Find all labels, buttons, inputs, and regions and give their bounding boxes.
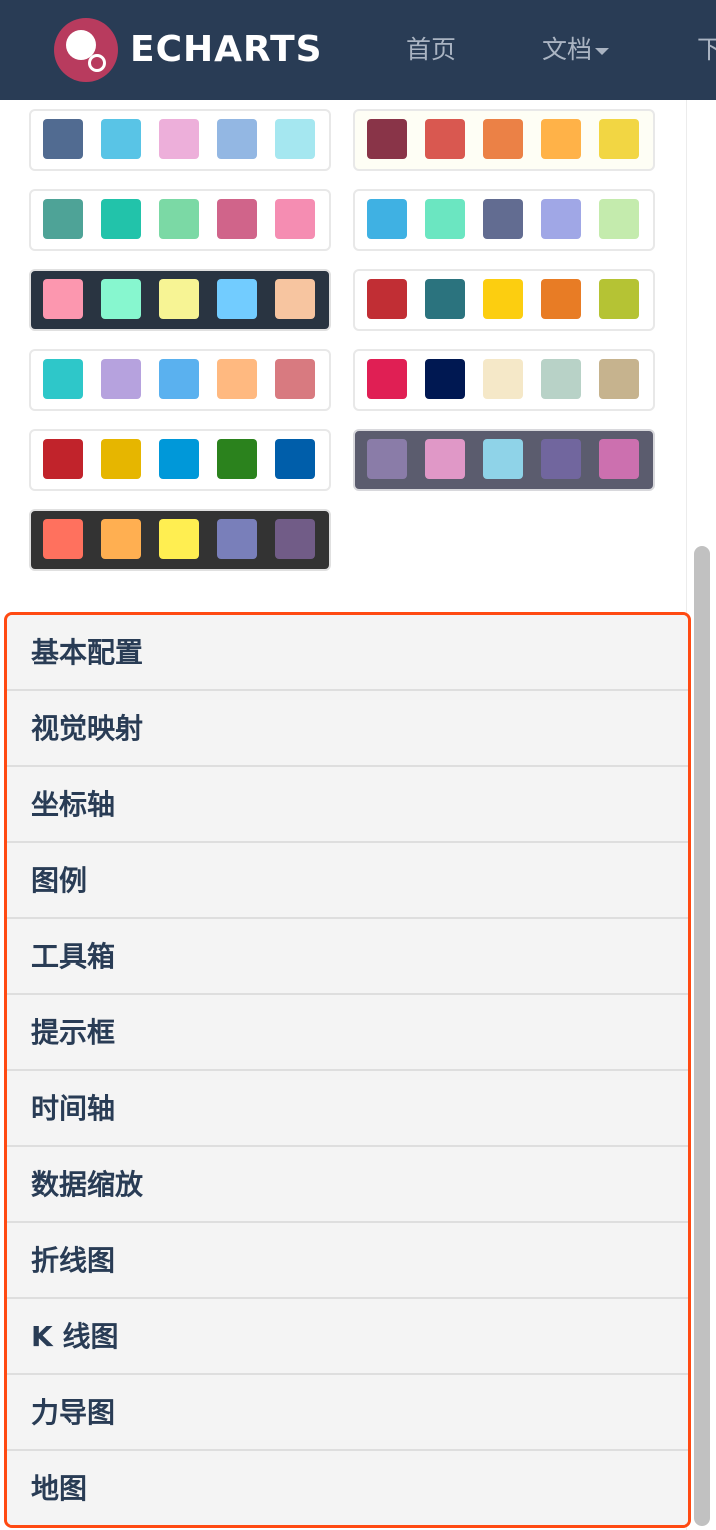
menu-item-datazoom[interactable]: 数据缩放 xyxy=(7,1147,688,1223)
menu-item-basic-config[interactable]: 基本配置 xyxy=(7,615,688,691)
color-swatch xyxy=(425,359,465,399)
theme-card[interactable] xyxy=(29,189,331,251)
color-swatch xyxy=(541,279,581,319)
color-swatch xyxy=(43,119,83,159)
color-swatch xyxy=(275,199,315,239)
menu-item-toolbox[interactable]: 工具箱 xyxy=(7,919,688,995)
color-swatch xyxy=(101,519,141,559)
menu-item-legend[interactable]: 图例 xyxy=(7,843,688,919)
nav-download-link[interactable]: 下 xyxy=(697,30,716,70)
menu-item-axis[interactable]: 坐标轴 xyxy=(7,767,688,843)
theme-card[interactable] xyxy=(353,349,655,411)
color-swatch xyxy=(367,279,407,319)
theme-card[interactable] xyxy=(29,269,331,331)
color-swatch xyxy=(275,519,315,559)
color-swatch xyxy=(599,199,639,239)
menu-item-line-chart[interactable]: 折线图 xyxy=(7,1223,688,1299)
color-swatch xyxy=(217,359,257,399)
color-swatch xyxy=(483,119,523,159)
brand-name[interactable]: ECHARTS xyxy=(130,28,323,72)
nav-download-label: 下 xyxy=(697,35,716,64)
config-menu-list: 基本配置 视觉映射 坐标轴 图例 工具箱 提示框 时间轴 数据缩放 折线图 K … xyxy=(4,612,691,1528)
theme-card[interactable] xyxy=(353,269,655,331)
color-swatch xyxy=(599,439,639,479)
color-swatch xyxy=(43,199,83,239)
color-swatch xyxy=(43,439,83,479)
theme-card[interactable] xyxy=(353,429,655,491)
color-swatch xyxy=(599,279,639,319)
color-swatch xyxy=(217,279,257,319)
color-swatch xyxy=(159,519,199,559)
color-swatch xyxy=(367,359,407,399)
color-swatch xyxy=(541,439,581,479)
color-swatch xyxy=(101,119,141,159)
menu-item-candlestick[interactable]: K 线图 xyxy=(7,1299,688,1375)
menu-item-tooltip[interactable]: 提示框 xyxy=(7,995,688,1071)
color-swatch xyxy=(43,519,83,559)
menu-item-force-graph[interactable]: 力导图 xyxy=(7,1375,688,1451)
nav-docs-dropdown[interactable]: 文档 xyxy=(542,30,610,70)
caret-down-icon xyxy=(595,47,610,55)
color-swatch xyxy=(483,439,523,479)
color-swatch xyxy=(159,359,199,399)
color-swatch xyxy=(425,439,465,479)
color-swatch xyxy=(367,439,407,479)
color-swatch xyxy=(217,199,257,239)
color-swatch xyxy=(483,359,523,399)
color-swatch xyxy=(483,199,523,239)
menu-item-timeline[interactable]: 时间轴 xyxy=(7,1071,688,1147)
color-swatch xyxy=(275,359,315,399)
theme-card[interactable] xyxy=(353,109,655,171)
color-swatch xyxy=(367,199,407,239)
nav-home-link[interactable]: 首页 xyxy=(406,30,456,70)
color-swatch xyxy=(599,119,639,159)
color-swatch xyxy=(101,359,141,399)
color-swatch xyxy=(101,279,141,319)
color-swatch xyxy=(275,119,315,159)
color-swatch xyxy=(599,359,639,399)
color-swatch xyxy=(275,439,315,479)
color-swatch xyxy=(159,199,199,239)
color-swatch xyxy=(159,279,199,319)
color-swatch xyxy=(541,199,581,239)
echarts-logo-icon[interactable] xyxy=(54,18,118,82)
color-swatch xyxy=(159,119,199,159)
nav-home-label: 首页 xyxy=(406,35,457,64)
color-swatch xyxy=(275,279,315,319)
color-swatch xyxy=(541,359,581,399)
theme-card[interactable] xyxy=(29,429,331,491)
color-swatch xyxy=(217,119,257,159)
color-swatch xyxy=(367,119,407,159)
color-swatch xyxy=(425,119,465,159)
color-swatch xyxy=(159,439,199,479)
color-swatch xyxy=(541,119,581,159)
theme-card[interactable] xyxy=(353,189,655,251)
theme-card[interactable] xyxy=(29,349,331,411)
color-swatch xyxy=(101,439,141,479)
nav-docs-label: 文档 xyxy=(542,35,593,64)
theme-card[interactable] xyxy=(29,509,331,571)
color-swatch xyxy=(43,279,83,319)
color-swatch xyxy=(101,199,141,239)
color-swatch xyxy=(425,199,465,239)
theme-card[interactable] xyxy=(29,109,331,171)
menu-item-map[interactable]: 地图 xyxy=(7,1451,688,1525)
menu-item-visual-map[interactable]: 视觉映射 xyxy=(7,691,688,767)
scrollbar-thumb[interactable] xyxy=(694,546,710,1526)
color-swatch xyxy=(483,279,523,319)
color-swatch xyxy=(217,519,257,559)
top-navbar: ECHARTS 首页 文档 下 xyxy=(0,0,716,100)
color-swatch xyxy=(217,439,257,479)
color-swatch xyxy=(43,359,83,399)
color-swatch xyxy=(425,279,465,319)
